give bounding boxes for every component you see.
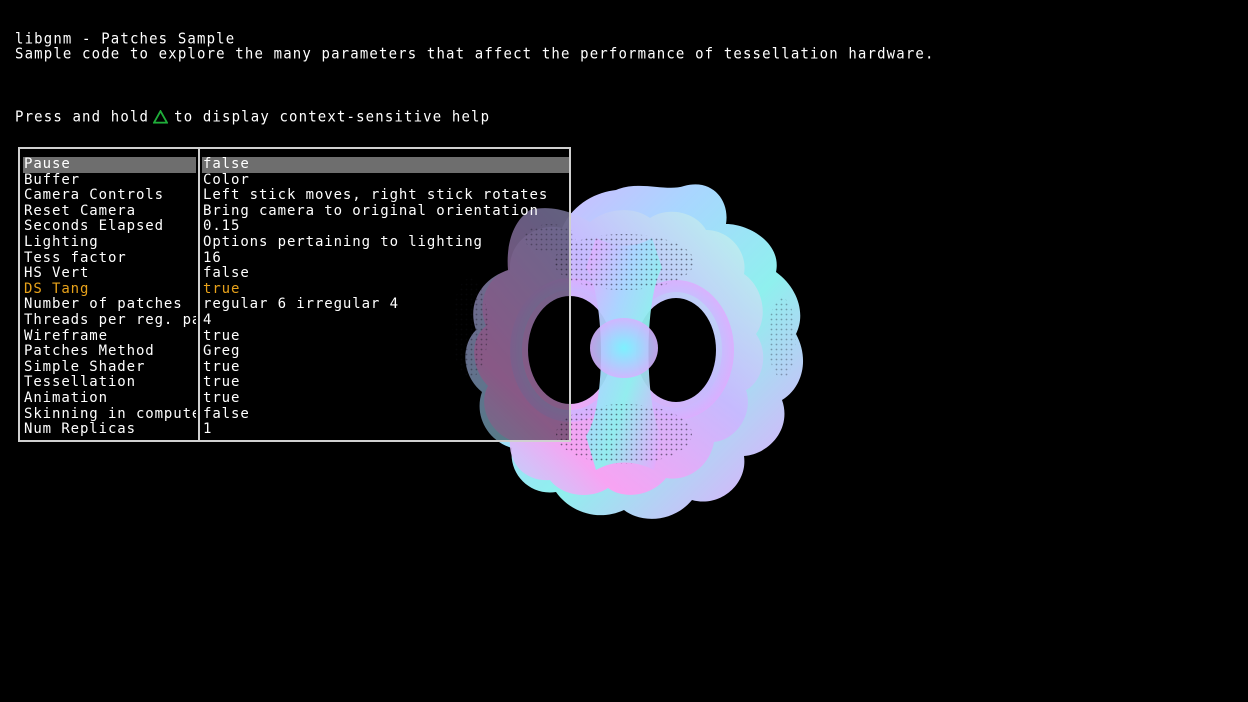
menu-item-label: Camera Controls <box>24 188 164 204</box>
menu-item-label: DS Tang <box>24 281 90 297</box>
menu-item-simple-shader[interactable]: Simple Shader true <box>20 360 569 376</box>
menu-item-value[interactable]: regular 6 irregular 4 <box>202 297 569 313</box>
menu-item-label: Simple Shader <box>24 359 146 375</box>
menu-item-value[interactable]: 1 <box>202 422 569 438</box>
menu-item-value[interactable]: true <box>202 329 569 345</box>
menu-item-label: Seconds Elapsed <box>24 219 164 235</box>
menu-item-seconds-elapsed[interactable]: Seconds Elapsed 0.15 <box>20 219 569 235</box>
menu-item-animation[interactable]: Animation true <box>20 391 569 407</box>
menu-item-value[interactable]: Greg <box>202 344 569 360</box>
menu-item-label: Lighting <box>24 234 99 250</box>
menu-item-reset-camera[interactable]: Reset Camera Bring camera to original ori… <box>20 204 569 220</box>
menu-item-label: HS Vert <box>24 266 90 282</box>
menu-item-skinning-in-compute[interactable]: Skinning in compute false <box>20 407 569 423</box>
menu-item-hs-vert[interactable]: HS Vert false <box>20 266 569 282</box>
menu-item-number-of-patches[interactable]: Number of patches regular 6 irregular 4 <box>20 297 569 313</box>
menu-item-value[interactable]: Left stick moves, right stick rotates <box>202 188 569 204</box>
menu-item-value[interactable]: 0.15 <box>202 219 569 235</box>
menu-item-value[interactable]: false <box>202 407 569 423</box>
menu-item-value[interactable]: false <box>202 157 569 173</box>
menu-item-label: Skinning in compute <box>24 406 196 422</box>
menu-item-value[interactable]: 16 <box>202 251 569 267</box>
help-hint-prefix: Press and hold <box>15 109 150 126</box>
menu-item-label: Num Replicas <box>24 422 136 438</box>
menu-item-label: Threads per reg. patch <box>24 312 196 328</box>
menu-item-value[interactable]: true <box>202 391 569 407</box>
menu-item-label: Reset Camera <box>24 203 136 219</box>
menu-item-ds-tang[interactable]: DS Tang true <box>20 282 569 298</box>
menu-item-label: Wireframe <box>24 328 108 344</box>
help-hint: Press and hold to display context-sensiti… <box>15 109 490 128</box>
menu-item-value[interactable]: true <box>202 375 569 391</box>
menu-item-tessellation[interactable]: Tessellation true <box>20 375 569 391</box>
menu-item-pause[interactable]: Pause false <box>20 157 569 173</box>
menu-item-tess-factor[interactable]: Tess factor 16 <box>20 251 569 267</box>
menu-item-label: Patches Method <box>24 344 155 360</box>
menu-item-wireframe[interactable]: Wireframe true <box>20 329 569 345</box>
debug-menu-panel: Pause false Buffer Color Camera Controls Left… <box>18 147 571 442</box>
debug-menu-list: Pause false Buffer Color Camera Controls Left… <box>20 157 569 438</box>
menu-item-threads-per-reg-patch[interactable]: Threads per reg. patch 4 <box>20 313 569 329</box>
menu-item-label: Tess factor <box>24 250 127 266</box>
menu-item-value[interactable]: true <box>202 360 569 376</box>
menu-item-value[interactable]: false <box>202 266 569 282</box>
help-hint-suffix: to display context-sensitive help <box>174 109 491 126</box>
menu-item-label: Number of patches <box>24 297 183 313</box>
menu-item-lighting[interactable]: Lighting Options pertaining to lighting <box>20 235 569 251</box>
menu-item-num-replicas[interactable]: Num Replicas 1 <box>20 422 569 438</box>
menu-item-label: Tessellation <box>24 375 136 391</box>
menu-item-value[interactable]: Bring camera to original orientation <box>202 204 569 220</box>
menu-item-value[interactable]: true <box>202 282 569 298</box>
menu-item-value[interactable]: Color <box>202 173 569 189</box>
triangle-button-icon <box>152 109 169 128</box>
menu-item-value[interactable]: Options pertaining to lighting <box>202 235 569 251</box>
menu-item-value[interactable]: 4 <box>202 313 569 329</box>
menu-item-label: Pause <box>23 157 196 173</box>
menu-item-patches-method[interactable]: Patches Method Greg <box>20 344 569 360</box>
menu-item-label: Animation <box>24 390 108 406</box>
app-description: Sample code to explore the many paramete… <box>15 46 935 63</box>
menu-item-label: Buffer <box>24 172 80 188</box>
menu-item-camera-controls[interactable]: Camera Controls Left stick moves, right s… <box>20 188 569 204</box>
menu-item-buffer[interactable]: Buffer Color <box>20 173 569 189</box>
